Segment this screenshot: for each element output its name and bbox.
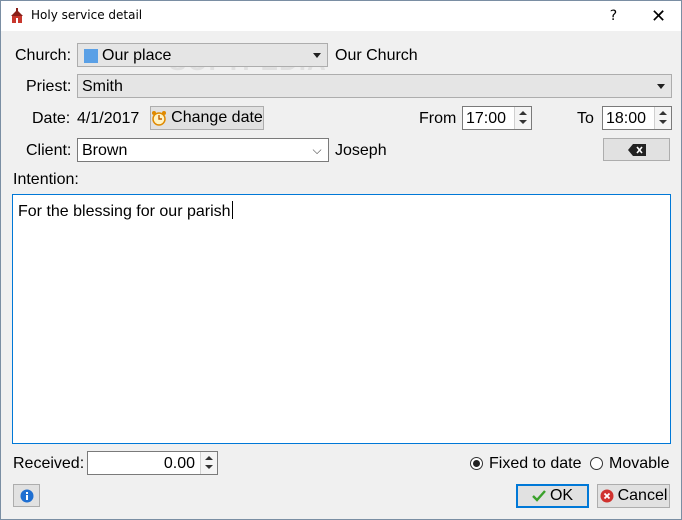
clear-client-button[interactable]: [603, 138, 670, 161]
priest-select-value: Smith: [82, 78, 123, 95]
spin-down-icon: [519, 120, 527, 124]
text-caret: [231, 201, 233, 219]
received-amount-spinner[interactable]: 0.00: [87, 451, 218, 475]
church-label: Church:: [15, 47, 72, 64]
from-label: From: [419, 110, 457, 127]
priest-label: Priest:: [26, 78, 72, 95]
cancel-button[interactable]: Cancel: [597, 484, 670, 508]
client-combobox[interactable]: Brown ⌵: [77, 138, 329, 162]
info-icon: [20, 489, 33, 502]
client-label: Client:: [26, 142, 72, 159]
to-label: To: [577, 110, 594, 127]
close-button[interactable]: ✕: [636, 1, 681, 31]
church-name: Our Church: [335, 47, 418, 64]
chevron-down-icon: [657, 84, 665, 89]
movable-label[interactable]: Movable: [609, 454, 669, 474]
spin-down-icon: [659, 120, 667, 124]
from-time-value: 17:00: [466, 110, 507, 127]
received-label: Received:: [13, 455, 85, 472]
from-time-spinner[interactable]: 17:00: [462, 106, 532, 130]
change-date-label: Change date: [171, 109, 263, 126]
backspace-icon: [627, 143, 646, 156]
intention-textarea[interactable]: For the blessing for our parish: [12, 194, 671, 444]
fixed-to-date-radio[interactable]: [470, 457, 483, 470]
checkmark-icon: [532, 490, 546, 502]
church-app-icon: [11, 8, 23, 23]
received-value: 0.00: [163, 455, 195, 472]
intention-text: For the blessing for our parish: [18, 203, 231, 220]
to-time-value: 18:00: [606, 110, 647, 127]
church-color-icon: [84, 49, 98, 63]
radio-selected-dot: [473, 460, 480, 467]
info-button[interactable]: [13, 484, 40, 507]
cancel-icon: [600, 489, 614, 503]
alarm-clock-icon: [152, 111, 167, 126]
chevron-down-icon: [313, 53, 321, 58]
client-first-name: Joseph: [335, 142, 387, 159]
church-select-value: Our place: [102, 47, 172, 64]
client-value: Brown: [82, 142, 128, 159]
movable-radio[interactable]: [590, 457, 603, 470]
chevron-down-icon: ⌵: [312, 143, 322, 157]
date-label: Date:: [32, 110, 71, 127]
fixed-to-date-label[interactable]: Fixed to date: [489, 454, 582, 474]
spin-down-icon: [205, 465, 213, 469]
help-button[interactable]: ?: [591, 1, 636, 31]
spinner-arrows[interactable]: [514, 107, 531, 129]
window-title: Holy service detail: [31, 8, 143, 22]
spin-up-icon: [205, 456, 213, 460]
church-select[interactable]: Our place: [77, 43, 328, 67]
intention-label: Intention:: [13, 171, 79, 188]
change-date-button[interactable]: Change date: [150, 106, 264, 130]
spinner-arrows[interactable]: [654, 107, 671, 129]
intention-text-wrap: For the blessing for our parish: [18, 201, 233, 222]
priest-select[interactable]: Smith: [77, 74, 672, 98]
title-bar: Holy service detail ? ✕: [1, 1, 681, 31]
cancel-label: Cancel: [617, 487, 668, 504]
spin-up-icon: [519, 111, 527, 115]
dialog-window: Holy service detail ? ✕ SOFTPEDIA Church…: [0, 0, 682, 520]
to-time-spinner[interactable]: 18:00: [602, 106, 672, 130]
spin-up-icon: [659, 111, 667, 115]
spinner-arrows[interactable]: [200, 452, 217, 474]
ok-label: OK: [549, 487, 574, 504]
date-value: 4/1/2017: [77, 110, 140, 127]
ok-button[interactable]: OK: [516, 484, 589, 508]
